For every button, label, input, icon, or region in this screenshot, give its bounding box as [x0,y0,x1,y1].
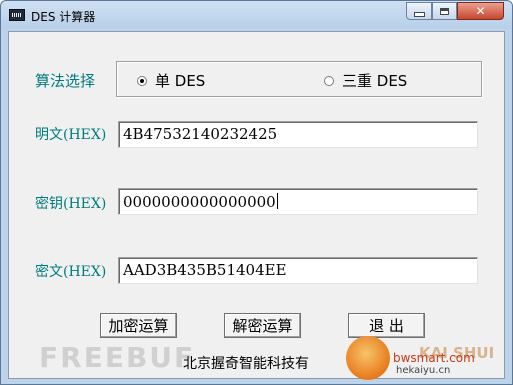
plaintext-input[interactable]: 4B47532140232425 [118,121,478,148]
window-title: DES 计算器 [31,10,96,24]
text-caret [276,193,278,209]
ciphertext-input[interactable]: AAD3B435B51404EE [118,257,478,284]
ciphertext-value: AAD3B435B51404EE [123,261,287,279]
watermark-logo-icon [346,336,390,380]
minimize-icon [413,11,425,17]
freebuf-watermark: FREEBUF [39,341,196,374]
radio-single-des[interactable]: 单 DES [137,70,205,91]
algorithm-label: 算法选择 [35,72,96,90]
maximize-button[interactable] [432,2,457,20]
key-input[interactable]: 0000000000000000 [118,188,478,215]
close-button[interactable]: ✕ [457,2,504,20]
plaintext-label: 明文(HEX) [35,127,107,143]
des-calculator-window: DES 计算器 ✕ 算法选择 单 DES 三重 DES 明文(HEX) 4B47… [0,0,513,385]
watermark-url: bwsmart.com [393,351,475,365]
radio-triple-des[interactable]: 三重 DES [324,70,407,91]
minimize-button[interactable] [406,2,432,20]
key-label: 密钥(HEX) [35,196,107,212]
company-name: 北京握奇智能科技有 [183,356,309,372]
radio-checked-icon[interactable] [137,75,147,86]
radio-unchecked-icon[interactable] [324,75,334,86]
title-bar[interactable]: DES 计算器 ✕ [1,1,512,29]
watermark-url-secondary: hekaiyu.cn [396,365,451,376]
radio-triple-des-label: 三重 DES [342,72,408,90]
encrypt-button[interactable]: 加密运算 [100,313,177,338]
decrypt-button[interactable]: 解密运算 [224,313,301,338]
plaintext-value: 4B47532140232425 [123,125,278,143]
maximize-icon [440,7,449,15]
client-area: 算法选择 单 DES 三重 DES 明文(HEX) 4B475321402324… [8,31,505,379]
ciphertext-label: 密文(HEX) [35,264,107,280]
algorithm-group: 单 DES 三重 DES [116,61,482,97]
close-icon: ✕ [475,4,486,18]
calculator-app-icon [9,9,25,21]
radio-single-des-label: 单 DES [155,72,206,90]
exit-button[interactable]: 退 出 [348,313,425,338]
key-value: 0000000000000000 [123,193,276,211]
